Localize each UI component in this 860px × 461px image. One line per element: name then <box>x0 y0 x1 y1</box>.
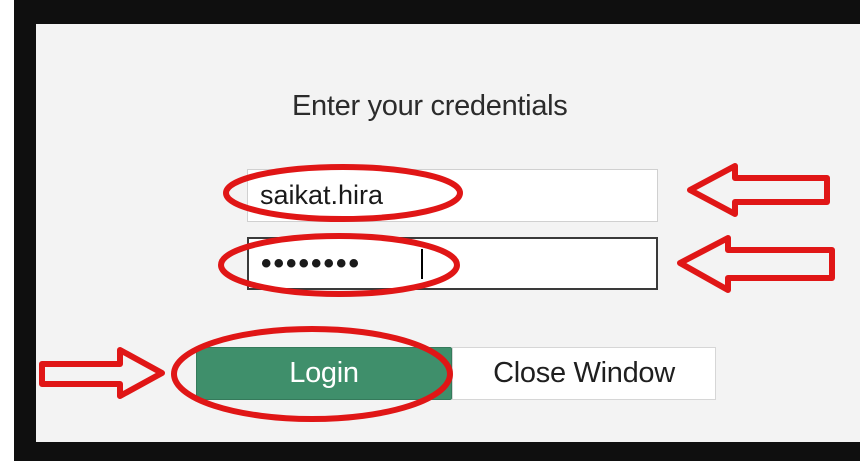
password-input[interactable] <box>247 237 658 290</box>
login-button[interactable]: Login <box>196 347 452 400</box>
dialog-title: Enter your credentials <box>292 90 568 122</box>
text-caret <box>421 249 423 279</box>
close-window-button[interactable]: Close Window <box>452 347 716 400</box>
username-input[interactable] <box>247 169 658 222</box>
screenshot-stage: Enter your credentials Login Close Windo… <box>0 0 860 461</box>
